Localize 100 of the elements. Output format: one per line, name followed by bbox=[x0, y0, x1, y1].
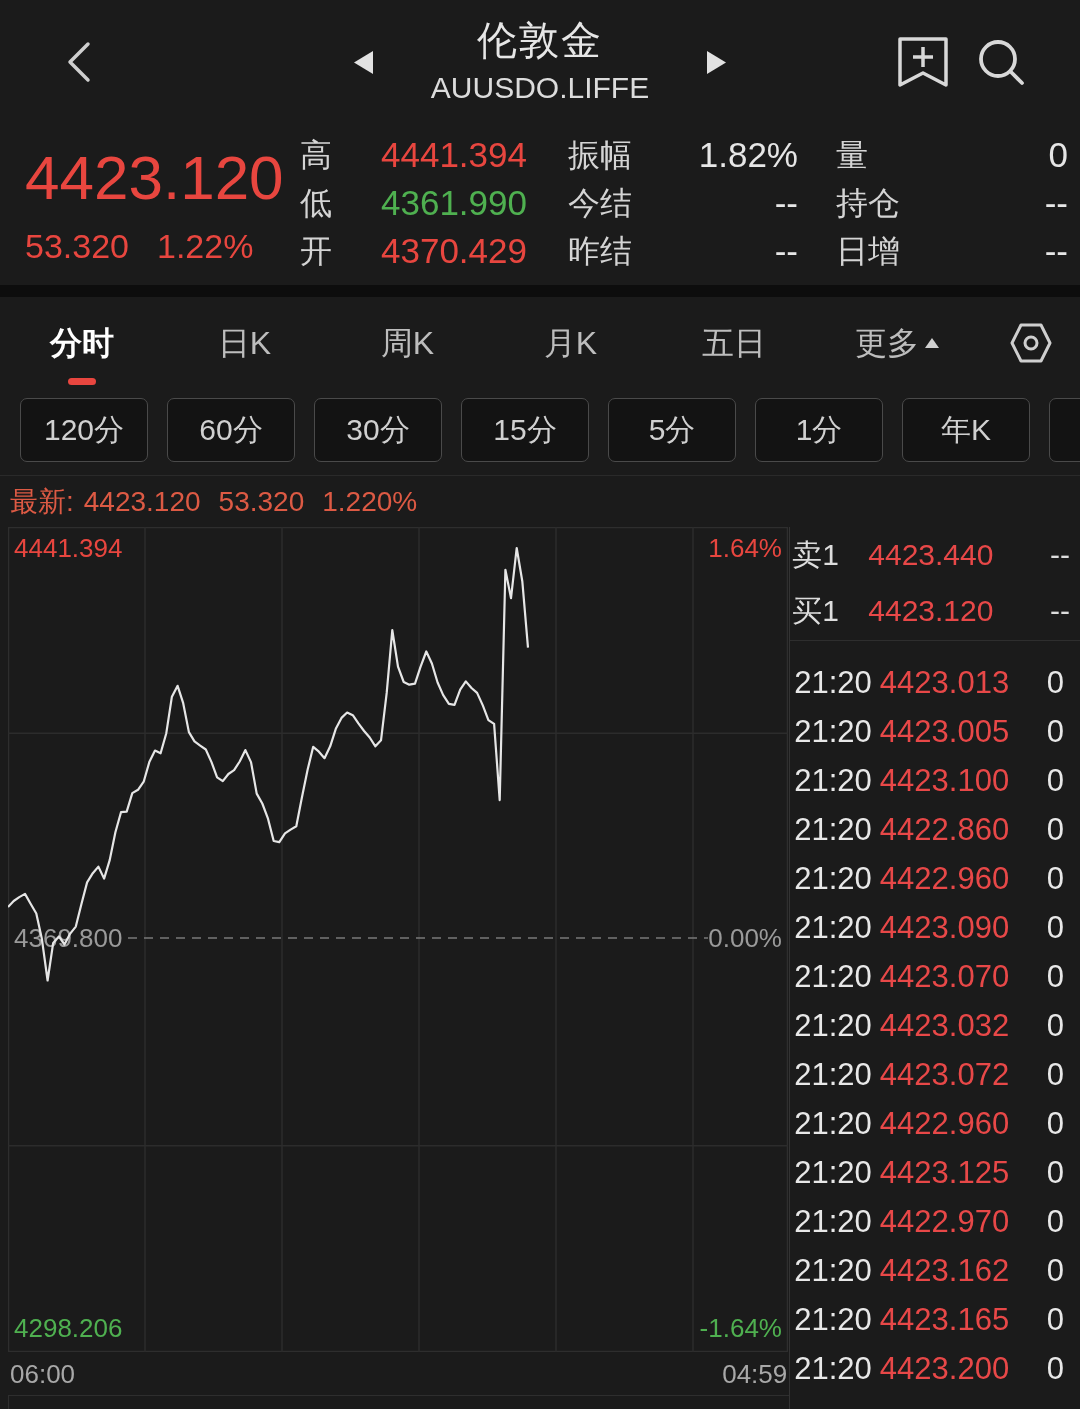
trade-time: 21:20 bbox=[794, 1301, 872, 1338]
price-axis-label: 4298.206 bbox=[14, 1313, 123, 1343]
stat-label: 日增 bbox=[836, 232, 900, 271]
trade-price: 4423.090 bbox=[879, 909, 1010, 946]
trade-price: 4423.125 bbox=[879, 1154, 1010, 1191]
stat-label: 量 bbox=[836, 136, 868, 175]
percent-axis-label: 0.00% bbox=[708, 923, 782, 953]
trade-price: 4423.100 bbox=[879, 762, 1010, 799]
trade-time: 21:20 bbox=[794, 1252, 872, 1289]
trade-price: 4422.960 bbox=[879, 1105, 1010, 1142]
stat-label: 低 bbox=[300, 184, 332, 223]
interval-button[interactable]: 30分 bbox=[314, 398, 442, 462]
chart-tab[interactable]: 五日 bbox=[652, 297, 815, 392]
stat-value: -- bbox=[1044, 183, 1068, 223]
trade-volume: 0 bbox=[1046, 1007, 1064, 1044]
trade-price: 4423.165 bbox=[879, 1301, 1010, 1338]
trade-time: 21:20 bbox=[794, 762, 872, 799]
trade-price: 4423.162 bbox=[879, 1252, 1010, 1289]
chart-tab[interactable]: 周K bbox=[326, 297, 489, 392]
stat-value: -- bbox=[774, 183, 798, 223]
stat-label: 昨结 bbox=[568, 232, 632, 271]
selection-underline bbox=[67, 378, 96, 385]
stat-label: 持仓 bbox=[836, 184, 900, 223]
latest-change: 53.320 bbox=[218, 485, 305, 518]
stat-label: 开 bbox=[300, 232, 332, 271]
trade-volume: 0 bbox=[1046, 1350, 1064, 1387]
interval-button[interactable]: 60分 bbox=[167, 398, 295, 462]
trade-price: 4423.013 bbox=[879, 664, 1010, 701]
trade-price: 4423.005 bbox=[879, 713, 1010, 750]
trade-time: 21:20 bbox=[794, 811, 872, 848]
trade-volume: 0 bbox=[1046, 909, 1064, 946]
stat-value: 4361.990 bbox=[381, 183, 527, 223]
trade-time: 21:20 bbox=[794, 713, 872, 750]
trade-time: 21:20 bbox=[794, 664, 872, 701]
order-price: 4423.440 bbox=[868, 538, 994, 572]
latest-price: 4423.120 bbox=[83, 485, 201, 518]
trade-volume: 0 bbox=[1046, 1154, 1064, 1191]
stat-value: 4441.394 bbox=[381, 135, 527, 175]
trade-volume: 0 bbox=[1046, 811, 1064, 848]
stat-value: -- bbox=[1044, 231, 1068, 271]
trade-time: 21:20 bbox=[794, 1105, 872, 1142]
order-price: 4423.120 bbox=[868, 594, 994, 628]
bookmark-plus-icon[interactable] bbox=[898, 37, 948, 87]
stat-value: -- bbox=[774, 231, 798, 271]
trade-volume: 0 bbox=[1046, 958, 1064, 995]
price-axis-label: 4441.394 bbox=[14, 533, 123, 563]
trade-time: 21:20 bbox=[794, 1203, 872, 1240]
caret-right-icon[interactable] bbox=[707, 50, 727, 74]
change-percent: 1.22% bbox=[157, 226, 254, 266]
interval-button[interactable]: 1分 bbox=[755, 398, 883, 462]
chart-tab[interactable]: 月K bbox=[489, 297, 652, 392]
chart-tab[interactable]: 分时 bbox=[0, 297, 163, 392]
trade-volume: 0 bbox=[1046, 1252, 1064, 1289]
latest-change-percent: 1.220% bbox=[322, 485, 418, 518]
trade-price: 4422.960 bbox=[879, 860, 1010, 897]
caret-up-icon bbox=[924, 338, 939, 348]
settings-icon[interactable] bbox=[1010, 322, 1052, 364]
chart-tab[interactable]: 更多 bbox=[815, 297, 978, 392]
trade-price: 4423.070 bbox=[879, 958, 1010, 995]
trade-price: 4423.200 bbox=[879, 1350, 1010, 1387]
interval-button[interactable]: 15分 bbox=[461, 398, 589, 462]
trade-volume: 0 bbox=[1046, 1301, 1064, 1338]
price-change: 53.320 bbox=[25, 226, 129, 266]
interval-button[interactable]: 年K bbox=[902, 398, 1030, 462]
trade-price: 4422.970 bbox=[879, 1203, 1010, 1240]
percent-axis-label: 1.64% bbox=[708, 533, 782, 563]
stat-label: 今结 bbox=[568, 184, 632, 223]
stat-value: 4370.429 bbox=[381, 231, 527, 271]
search-icon[interactable] bbox=[977, 38, 1025, 86]
interval-button[interactable]: 120分 bbox=[20, 398, 148, 462]
stat-value: 1.82% bbox=[698, 135, 798, 175]
instrument-code: AUUSDO.LIFFE bbox=[430, 70, 650, 106]
trade-volume: 0 bbox=[1046, 860, 1064, 897]
trade-time: 21:20 bbox=[794, 860, 872, 897]
order-label: 买1 bbox=[792, 592, 839, 629]
interval-button[interactable]: 5分 bbox=[608, 398, 736, 462]
trade-price: 4422.860 bbox=[879, 811, 1010, 848]
instrument-title: 伦敦金 bbox=[477, 17, 603, 64]
trade-volume: 0 bbox=[1046, 1056, 1064, 1093]
trade-time: 21:20 bbox=[794, 1350, 872, 1387]
time-axis-label: 06:00 bbox=[10, 1358, 76, 1389]
chart-tab[interactable]: 日K bbox=[163, 297, 326, 392]
trade-price: 4423.072 bbox=[879, 1056, 1010, 1093]
trade-time: 21:20 bbox=[794, 958, 872, 995]
trade-volume: 0 bbox=[1046, 664, 1064, 701]
stat-label: 高 bbox=[300, 136, 332, 175]
trade-price: 4423.032 bbox=[879, 1007, 1010, 1044]
trade-volume: 0 bbox=[1046, 713, 1064, 750]
trade-volume: 0 bbox=[1046, 1203, 1064, 1240]
trade-time: 21:20 bbox=[794, 1056, 872, 1093]
trade-time: 21:20 bbox=[794, 1154, 872, 1191]
order-volume: -- bbox=[1050, 538, 1070, 572]
trade-time: 21:20 bbox=[794, 909, 872, 946]
time-axis-label: 04:59 bbox=[722, 1358, 788, 1389]
order-label: 卖1 bbox=[792, 536, 839, 573]
trade-volume: 0 bbox=[1046, 762, 1064, 799]
caret-left-icon[interactable] bbox=[353, 50, 373, 74]
percent-axis-label: -1.64% bbox=[699, 1313, 782, 1343]
back-icon[interactable] bbox=[66, 41, 92, 83]
stat-label: 振幅 bbox=[568, 136, 632, 175]
